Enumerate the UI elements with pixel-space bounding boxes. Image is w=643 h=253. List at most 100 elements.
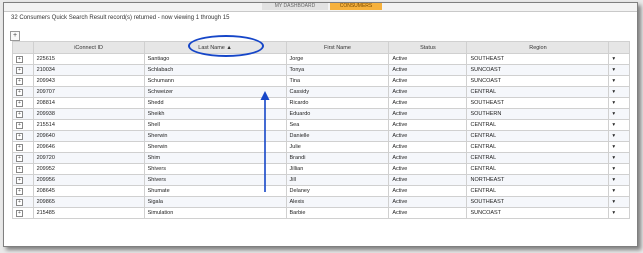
header-status[interactable]: Status <box>388 41 468 54</box>
row-menu-dropdown[interactable]: ▾ <box>608 174 630 186</box>
table-row[interactable]: +215514 Shell Sea Active CENTRAL ▾ <box>12 119 630 131</box>
header-first-name[interactable]: First Name <box>285 41 390 54</box>
dropdown-arrow-icon[interactable]: ▾ <box>612 78 615 84</box>
dropdown-arrow-icon[interactable]: ▾ <box>612 166 615 172</box>
expand-plus-icon[interactable]: + <box>16 155 23 162</box>
row-expand-cell[interactable]: + <box>12 185 34 197</box>
cell-status: Active <box>388 86 468 98</box>
row-menu-dropdown[interactable]: ▾ <box>608 152 630 164</box>
expand-plus-icon[interactable]: + <box>16 67 23 74</box>
cell-status: Active <box>388 75 468 87</box>
table-row[interactable]: +209707 Schweizer Cassidy Active CENTRAL ▾ <box>12 86 630 98</box>
row-menu-dropdown[interactable]: ▾ <box>608 53 630 65</box>
row-menu-dropdown[interactable]: ▾ <box>608 75 630 87</box>
result-count-text: 32 Consumers Quick Search Result record(… <box>11 15 230 21</box>
expand-plus-icon[interactable]: + <box>16 89 23 96</box>
expand-plus-icon[interactable]: + <box>16 188 23 195</box>
expand-plus-icon[interactable]: + <box>16 100 23 107</box>
row-expand-cell[interactable]: + <box>12 152 34 164</box>
table-row[interactable]: +209956 Shivers Jill Active NORTHEAST ▾ <box>12 174 630 186</box>
table-row[interactable]: +209646 Sherwin Julie Active CENTRAL ▾ <box>12 141 630 153</box>
expand-plus-icon[interactable]: + <box>16 199 23 206</box>
row-expand-cell[interactable]: + <box>12 97 34 109</box>
add-button[interactable]: + <box>10 31 20 41</box>
row-expand-cell[interactable]: + <box>12 141 34 153</box>
dropdown-arrow-icon[interactable]: ▾ <box>612 177 615 183</box>
table-row[interactable]: +215485 Simulation Barbie Active SUNCOAST ▾ <box>12 207 630 219</box>
tab-consumers[interactable]: CONSUMERS <box>330 3 382 10</box>
row-expand-cell[interactable]: + <box>12 174 34 186</box>
table-row[interactable]: +225615 Santiago Jorge Active SOUTHEAST ▾ <box>12 53 630 65</box>
row-menu-dropdown[interactable]: ▾ <box>608 97 630 109</box>
table-row[interactable]: +210034 Schlabach Tonya Active SUNCOAST ▾ <box>12 64 630 76</box>
row-expand-cell[interactable]: + <box>12 130 34 142</box>
expand-plus-icon[interactable]: + <box>16 111 23 118</box>
table-row[interactable]: +209943 Schumann Tina Active SUNCOAST ▾ <box>12 75 630 87</box>
table-row[interactable]: +209720 Shim Brandi Active CENTRAL ▾ <box>12 152 630 164</box>
cell-region: CENTRAL <box>466 163 610 175</box>
cell-region: SOUTHERN <box>466 108 610 120</box>
row-expand-cell[interactable]: + <box>12 75 34 87</box>
cell-first-name: Eduardo <box>285 108 390 120</box>
expand-plus-icon[interactable]: + <box>16 122 23 129</box>
cell-status: Active <box>388 108 468 120</box>
header-last-name[interactable]: Last Name ▲ <box>143 41 287 54</box>
dropdown-arrow-icon[interactable]: ▾ <box>612 100 615 106</box>
row-menu-dropdown[interactable]: ▾ <box>608 64 630 76</box>
table-row[interactable]: +209952 Shivers Jillian Active CENTRAL ▾ <box>12 163 630 175</box>
cell-iconnect-id: 209646 <box>32 141 145 153</box>
cell-first-name: Jorge <box>285 53 390 65</box>
sort-ascending-icon: ▲ <box>226 44 232 51</box>
table-row[interactable]: +208814 Shedd Ricardo Active SOUTHEAST ▾ <box>12 97 630 109</box>
dropdown-arrow-icon[interactable]: ▾ <box>612 122 615 128</box>
row-expand-cell[interactable]: + <box>12 53 34 65</box>
tab-my-dashboard[interactable]: MY DASHBOARD <box>262 3 328 10</box>
dropdown-arrow-icon[interactable]: ▾ <box>612 133 615 139</box>
expand-plus-icon[interactable]: + <box>16 78 23 85</box>
cell-last-name: Schumann <box>143 75 287 87</box>
expand-plus-icon[interactable]: + <box>16 133 23 140</box>
row-menu-dropdown[interactable]: ▾ <box>608 86 630 98</box>
row-expand-cell[interactable]: + <box>12 207 34 219</box>
header-menu <box>608 41 630 54</box>
expand-plus-icon[interactable]: + <box>16 166 23 173</box>
header-iconnect-id[interactable]: iConnect ID <box>32 41 145 54</box>
dropdown-arrow-icon[interactable]: ▾ <box>612 89 615 95</box>
cell-iconnect-id: 215485 <box>32 207 145 219</box>
expand-plus-icon[interactable]: + <box>16 210 23 217</box>
table-row[interactable]: +208645 Shumate Delaney Active CENTRAL ▾ <box>12 185 630 197</box>
dropdown-arrow-icon[interactable]: ▾ <box>612 144 615 150</box>
expand-plus-icon[interactable]: + <box>16 177 23 184</box>
row-menu-dropdown[interactable]: ▾ <box>608 130 630 142</box>
row-expand-cell[interactable]: + <box>12 86 34 98</box>
dropdown-arrow-icon[interactable]: ▾ <box>612 67 615 73</box>
row-expand-cell[interactable]: + <box>12 119 34 131</box>
dropdown-arrow-icon[interactable]: ▾ <box>612 155 615 161</box>
row-menu-dropdown[interactable]: ▾ <box>608 196 630 208</box>
table-row[interactable]: +209640 Sherwin Danielle Active CENTRAL ▾ <box>12 130 630 142</box>
cell-iconnect-id: 209865 <box>32 196 145 208</box>
cell-last-name: Santiago <box>143 53 287 65</box>
row-expand-cell[interactable]: + <box>12 163 34 175</box>
table-row[interactable]: +209865 Sigala Alexis Active SOUTHEAST ▾ <box>12 196 630 208</box>
row-menu-dropdown[interactable]: ▾ <box>608 108 630 120</box>
table-row[interactable]: +209938 Sheikh Eduardo Active SOUTHERN ▾ <box>12 108 630 120</box>
cell-last-name: Shivers <box>143 174 287 186</box>
row-menu-dropdown[interactable]: ▾ <box>608 163 630 175</box>
row-menu-dropdown[interactable]: ▾ <box>608 185 630 197</box>
dropdown-arrow-icon[interactable]: ▾ <box>612 56 615 62</box>
row-menu-dropdown[interactable]: ▾ <box>608 119 630 131</box>
cell-region: SOUTHEAST <box>466 196 610 208</box>
dropdown-arrow-icon[interactable]: ▾ <box>612 111 615 117</box>
row-menu-dropdown[interactable]: ▾ <box>608 141 630 153</box>
dropdown-arrow-icon[interactable]: ▾ <box>612 188 615 194</box>
header-region[interactable]: Region <box>466 41 610 54</box>
row-expand-cell[interactable]: + <box>12 196 34 208</box>
row-menu-dropdown[interactable]: ▾ <box>608 207 630 219</box>
row-expand-cell[interactable]: + <box>12 108 34 120</box>
expand-plus-icon[interactable]: + <box>16 144 23 151</box>
row-expand-cell[interactable]: + <box>12 64 34 76</box>
dropdown-arrow-icon[interactable]: ▾ <box>612 199 615 205</box>
dropdown-arrow-icon[interactable]: ▾ <box>612 210 615 216</box>
expand-plus-icon[interactable]: + <box>16 56 23 63</box>
